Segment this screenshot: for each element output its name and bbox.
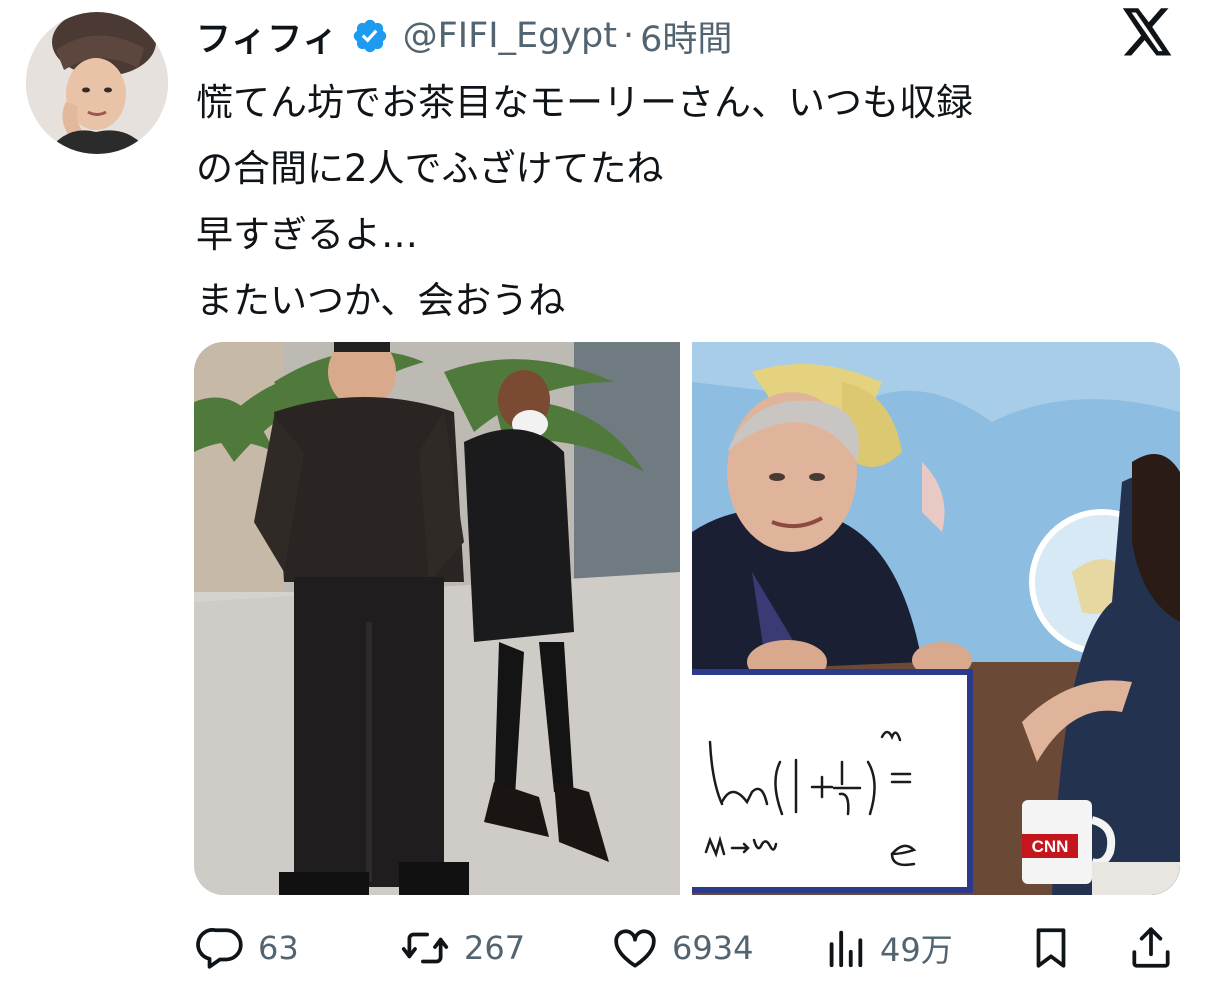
media-photo-left[interactable]: [194, 342, 680, 895]
tweet-text: 慌てん坊でお茶目なモーリーさん、いつも収録 の合間に2人でふざけてたね 早すぎる…: [196, 70, 1186, 334]
action-bar: 63 267 6934 49万: [0, 918, 1206, 978]
reply-icon: [196, 923, 246, 973]
separator-dot: ·: [623, 16, 635, 56]
like-count: 6934: [672, 929, 754, 967]
tv-studio-image: CNN: [685, 342, 1180, 895]
reply-count: 63: [258, 929, 299, 967]
timestamp[interactable]: 6時間: [640, 11, 732, 62]
tweet-text-line: の合間に2人でふざけてたね: [196, 147, 664, 190]
handle[interactable]: @FIFI_Egypt: [403, 16, 617, 56]
views-icon: [822, 923, 868, 973]
x-logo-icon: [1120, 8, 1174, 58]
share-icon: [1126, 923, 1176, 973]
mug-logo: CNN: [1032, 837, 1069, 856]
tweet-media[interactable]: CNN: [194, 342, 1180, 895]
reply-button[interactable]: 63: [196, 918, 299, 978]
tweet-text-line: 早すぎるよ…: [196, 213, 418, 256]
views-button[interactable]: 49万: [822, 918, 953, 978]
display-name[interactable]: フィフィ: [196, 11, 339, 62]
tweet-text-line: 慌てん坊でお茶目なモーリーさん、いつも収録: [196, 81, 973, 124]
like-button[interactable]: 6934: [610, 918, 753, 978]
avatar[interactable]: [26, 12, 168, 154]
share-button[interactable]: [1126, 918, 1176, 978]
tweet-header: フィフィ @FIFI_Egypt · 6時間: [196, 8, 732, 64]
retweet-count: 267: [464, 929, 526, 967]
bookmark-icon: [1026, 923, 1076, 973]
tweet-text-line: またいつか、会おうね: [196, 279, 566, 322]
retweet-button[interactable]: 267: [398, 918, 525, 978]
bookmark-button[interactable]: [1026, 918, 1076, 978]
avatar-image: [26, 12, 168, 154]
like-icon: [610, 923, 660, 973]
retweet-icon: [398, 923, 452, 973]
verified-badge-icon: [351, 17, 389, 55]
media-photo-right[interactable]: CNN: [685, 342, 1180, 895]
views-count: 49万: [880, 931, 953, 969]
